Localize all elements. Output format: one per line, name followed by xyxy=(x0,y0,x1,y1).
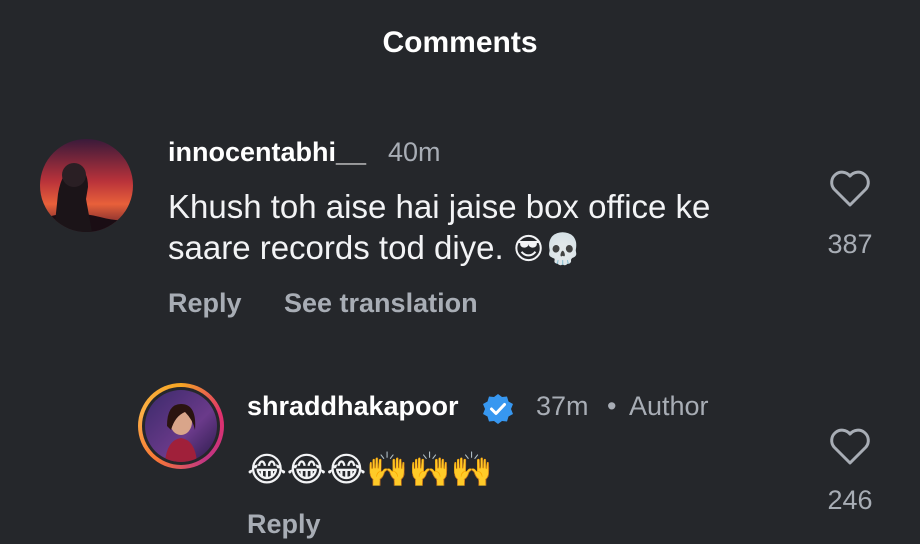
author-label: Author xyxy=(629,391,709,421)
verified-badge-icon xyxy=(483,394,513,424)
heart-icon[interactable] xyxy=(829,428,871,466)
see-translation-button[interactable]: See translation xyxy=(284,288,478,319)
comment-username[interactable]: innocentabhi__ xyxy=(168,137,366,168)
comment-text-line: saare records tod diye. 😎💀 xyxy=(168,227,788,270)
meta-separator: • xyxy=(607,391,617,421)
comment-time: 40m xyxy=(388,137,441,167)
like-count: 246 xyxy=(827,485,873,515)
comment-text: Khush toh aise hai jaise box office ke s… xyxy=(168,186,788,270)
avatar xyxy=(145,390,217,462)
reply-time: 37m xyxy=(536,391,589,421)
comments-title: Comments xyxy=(382,26,538,59)
reply-button[interactable]: Reply xyxy=(247,509,321,540)
reply-emojis: 😂😂😂🙌🙌🙌 xyxy=(247,450,494,490)
comment-text-segment: saare records tod diye. xyxy=(168,229,504,266)
heart-icon[interactable] xyxy=(829,170,871,208)
comment-text-line: Khush toh aise hai jaise box office ke xyxy=(168,188,711,225)
reply-username[interactable]: shraddhakapoor xyxy=(247,391,459,422)
avatar[interactable] xyxy=(40,139,133,232)
reply-button[interactable]: Reply xyxy=(168,288,242,319)
story-ring[interactable] xyxy=(138,383,224,469)
comment-emojis: 😎💀 xyxy=(512,232,582,267)
like-count: 387 xyxy=(827,229,873,259)
